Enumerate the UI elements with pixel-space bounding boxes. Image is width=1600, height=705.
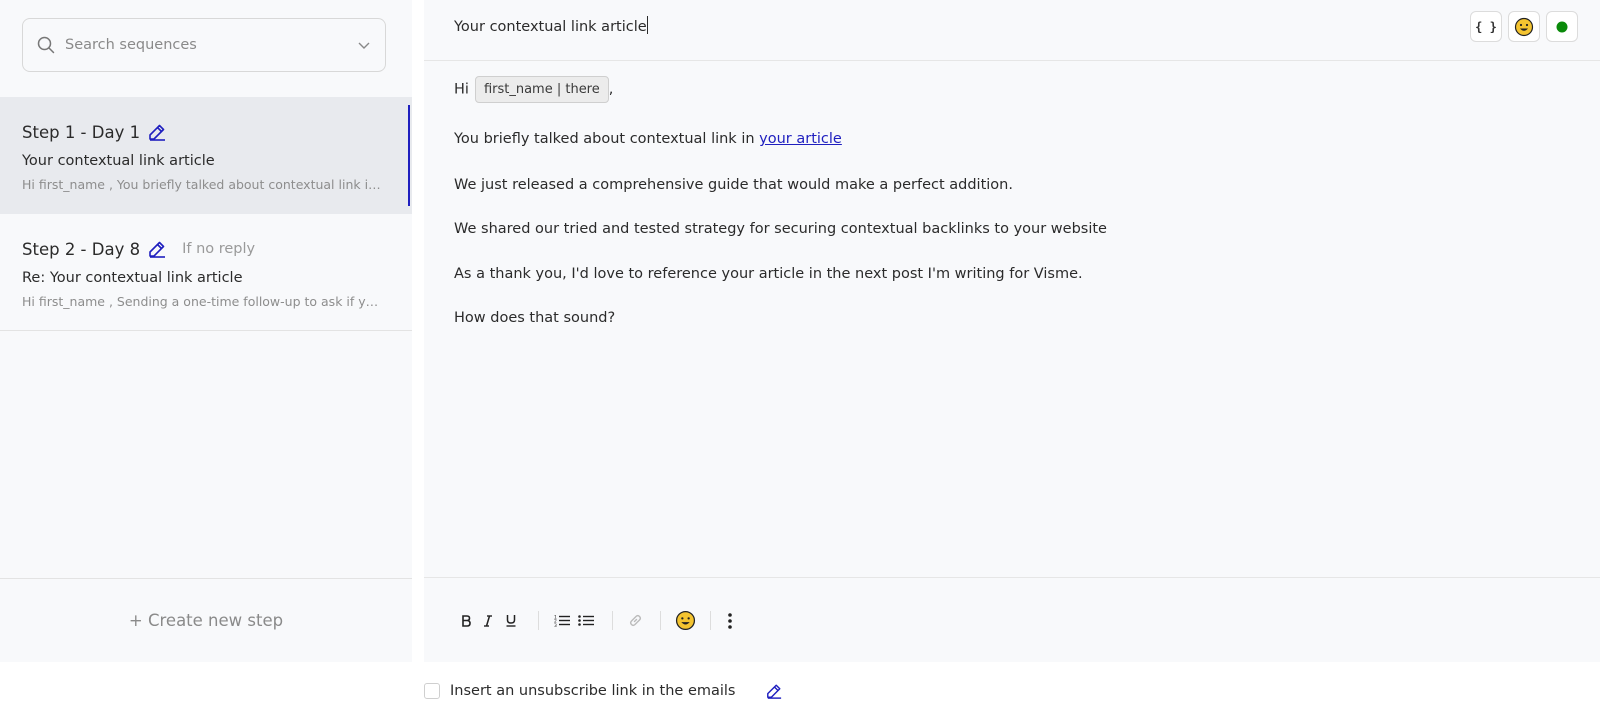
formatting-toolbar: 1 2 3	[424, 577, 1600, 662]
subject-row: Your contextual link article { }	[424, 0, 1600, 61]
bold-icon	[462, 614, 471, 627]
step-preview: Hi first_name , You briefly talked about…	[22, 177, 384, 192]
body-line: We shared our tried and tested strategy …	[454, 221, 1107, 237]
toolbar-separator	[710, 611, 711, 630]
ordered-list-icon: 1 2 3	[554, 615, 570, 627]
subject-input[interactable]: Your contextual link article	[454, 16, 648, 35]
search-placeholder: Search sequences	[65, 37, 197, 53]
italic-icon	[484, 614, 492, 627]
step-title: Step 1 - Day 1	[22, 122, 141, 142]
pencil-edit-icon[interactable]	[148, 123, 166, 141]
step-item-1[interactable]: Step 1 - Day 1 Your contextual link arti…	[0, 97, 412, 214]
search-icon	[37, 36, 55, 54]
svg-text:3: 3	[554, 623, 557, 627]
bullet-list-button[interactable]	[578, 578, 594, 663]
step-title: Step 2 - Day 8	[22, 239, 141, 259]
active-step-indicator	[408, 105, 410, 206]
emoji-button[interactable]	[1508, 11, 1540, 42]
unsubscribe-checkbox[interactable]	[424, 683, 440, 699]
search-sequences-select[interactable]: Search sequences	[22, 18, 386, 72]
ordered-list-button[interactable]: 1 2 3	[554, 578, 570, 663]
bullet-list-icon	[578, 615, 594, 626]
underline-icon	[506, 615, 516, 627]
step-item-2[interactable]: Step 2 - Day 8 If no reply Re: Your cont…	[0, 214, 412, 330]
step-subject: Your contextual link article	[22, 153, 215, 169]
link-icon	[629, 614, 641, 627]
insert-variable-button[interactable]: { }	[1470, 11, 1502, 42]
status-button[interactable]	[1546, 11, 1578, 42]
greeting-punctuation: ,	[608, 81, 614, 98]
bold-button[interactable]	[458, 578, 474, 663]
body-text: You briefly talked about contextual link…	[454, 131, 760, 147]
emoji-picker-button[interactable]	[674, 578, 696, 663]
italic-button[interactable]	[480, 578, 496, 663]
emoji-icon	[675, 610, 695, 631]
body-line: You briefly talked about contextual link…	[454, 131, 842, 147]
smiley-face-icon	[1514, 17, 1534, 36]
pencil-edit-icon[interactable]	[766, 683, 782, 699]
step-condition: If no reply	[182, 241, 256, 257]
status-dot-icon	[1556, 21, 1568, 32]
body-line: How does that sound?	[454, 310, 616, 326]
text-caret	[646, 16, 648, 34]
article-link[interactable]: your article	[759, 131, 842, 147]
link-button[interactable]	[627, 578, 643, 663]
more-options-button[interactable]	[724, 578, 736, 663]
divider	[0, 330, 412, 331]
more-options-icon	[728, 612, 732, 629]
toolbar-separator	[660, 611, 661, 630]
variable-chip[interactable]: first_name | there	[474, 76, 609, 103]
sequence-sidebar: Search sequences Step 1 - Day 1 Your con…	[0, 0, 412, 662]
body-line: We just released a comprehensive guide t…	[454, 177, 1013, 193]
chevron-down-icon[interactable]	[357, 38, 371, 52]
toolbar-separator	[538, 611, 539, 630]
unsubscribe-option: Insert an unsubscribe link in the emails	[424, 681, 782, 701]
email-editor: Your contextual link article { } Hi first…	[424, 0, 1600, 662]
step-subject: Re: Your contextual link article	[22, 270, 243, 286]
greeting-line: Hi first_name | there,	[454, 76, 613, 103]
body-line: As a thank you, I'd love to reference yo…	[454, 266, 1083, 282]
greeting-text: Hi	[454, 81, 469, 98]
subject-text: Your contextual link article	[454, 19, 647, 35]
underline-button[interactable]	[503, 578, 519, 663]
step-preview: Hi first_name , Sending a one-time follo…	[22, 294, 384, 309]
toolbar-separator	[612, 611, 613, 630]
subject-tools: { }	[1470, 11, 1578, 42]
pencil-edit-icon[interactable]	[148, 240, 166, 258]
create-new-step-button[interactable]: + Create new step	[0, 578, 412, 662]
unsubscribe-label: Insert an unsubscribe link in the emails	[450, 683, 736, 699]
